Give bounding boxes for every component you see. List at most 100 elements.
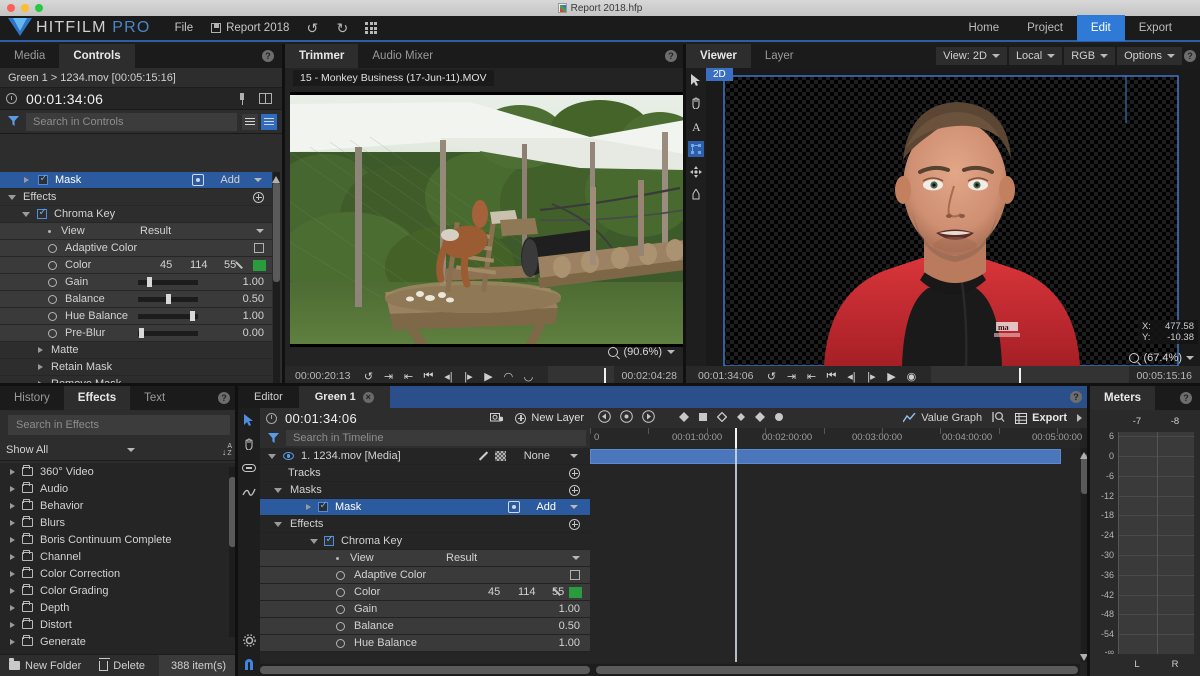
expand-triangle-icon[interactable] — [306, 504, 311, 510]
add-effect-icon[interactable] — [253, 192, 264, 203]
property-row-gain[interactable]: Gain 1.00 — [0, 274, 272, 291]
hue-balance-slider[interactable] — [138, 314, 198, 319]
nav-tab-home[interactable]: Home — [954, 17, 1013, 39]
chevron-down-icon[interactable] — [570, 505, 578, 509]
keyframe-circle-icon[interactable] — [48, 261, 57, 270]
keyframe-circle-icon[interactable] — [48, 329, 57, 338]
color-swatch[interactable] — [569, 587, 582, 598]
keyframe-circle-icon[interactable] — [48, 295, 57, 304]
divider-controls-trimmer[interactable] — [282, 44, 285, 386]
mask-mode-icon[interactable] — [192, 174, 204, 186]
expand-triangle-icon[interactable] — [10, 469, 15, 475]
color-r-value[interactable]: 45 — [488, 586, 500, 598]
chroma-key-enable-checkbox[interactable] — [37, 209, 47, 219]
effects-filter-value[interactable]: Show All — [6, 444, 48, 456]
timeline-search-input[interactable]: Search in Timeline — [286, 430, 586, 446]
divider-top-bottom[interactable] — [0, 383, 1200, 386]
collapse-triangle-icon[interactable] — [274, 522, 282, 527]
tab-meters[interactable]: Meters — [1090, 386, 1155, 410]
divider-trimmer-viewer[interactable] — [683, 44, 686, 386]
collapse-triangle-icon[interactable] — [268, 454, 276, 459]
next-keyframe-icon[interactable] — [642, 410, 655, 426]
collapse-triangle-icon[interactable] — [8, 195, 16, 200]
chroma-key-enable-checkbox[interactable] — [324, 536, 334, 546]
undo-icon[interactable]: ↺ — [305, 20, 319, 37]
magnet-icon[interactable] — [241, 656, 257, 672]
set-in-icon[interactable]: ⇥ — [781, 370, 801, 383]
mask-mode-value[interactable]: Add — [220, 174, 240, 186]
expand-triangle-icon[interactable] — [10, 639, 15, 645]
set-out-icon[interactable]: ⇤ — [801, 370, 821, 383]
timeline-row-mask[interactable]: Mask Add — [260, 499, 590, 516]
mask-pen-icon[interactable] — [688, 187, 704, 203]
delete-button[interactable]: Delete — [90, 655, 154, 676]
chevron-down-icon[interactable] — [667, 350, 675, 354]
add-mask-icon[interactable] — [569, 485, 580, 496]
keyframe-dot-icon[interactable] — [336, 557, 339, 560]
expand-triangle-icon[interactable] — [10, 554, 15, 560]
new-layer-button[interactable]: New Layer — [515, 412, 584, 424]
property-row-mask[interactable]: Mask Add — [0, 172, 272, 189]
chevron-down-icon[interactable] — [254, 178, 262, 182]
record-icon[interactable]: ◉ — [901, 370, 921, 383]
diamond-small-icon[interactable] — [736, 412, 746, 425]
timeline-row-masks[interactable]: Masks — [260, 482, 590, 499]
scroll-up-arrow-icon[interactable] — [272, 174, 280, 182]
prev-keyframe-icon[interactable] — [598, 410, 611, 426]
nav-tab-project[interactable]: Project — [1013, 17, 1077, 39]
property-row-color[interactable]: Color 45 114 55 — [0, 257, 272, 274]
new-folder-button[interactable]: New Folder — [0, 655, 90, 676]
list-item[interactable]: 360° Video — [0, 463, 238, 480]
property-row-hue-balance[interactable]: Hue Balance 1.00 — [0, 308, 272, 325]
viewer-current-time[interactable]: 00:01:34:06 — [686, 370, 753, 382]
diamond-icon[interactable] — [679, 412, 689, 425]
trimmer-zoom-control[interactable]: (90.6%) — [608, 346, 675, 358]
select-arrow-icon[interactable] — [241, 412, 257, 428]
filter-funnel-icon[interactable] — [0, 116, 26, 127]
circle-icon[interactable] — [774, 412, 784, 425]
viewer-options-dropdown[interactable]: Options — [1117, 47, 1182, 65]
split-view-icon[interactable] — [259, 93, 272, 104]
help-icon[interactable]: ? — [665, 50, 677, 62]
property-row-pre-blur[interactable]: Pre-Blur 0.00 — [0, 325, 272, 342]
list-item[interactable]: Channel — [0, 548, 238, 565]
list-item[interactable]: Boris Continuum Complete — [0, 531, 238, 548]
timeline-row-view[interactable]: View Result — [260, 550, 590, 567]
expand-triangle-icon[interactable] — [10, 537, 15, 543]
view-mode-dropdown[interactable]: View: 2D — [936, 47, 1007, 65]
snapshot-icon[interactable] — [490, 411, 503, 425]
step-back-icon[interactable]: ◂| — [841, 370, 861, 383]
property-row-view[interactable]: View Result — [0, 223, 272, 240]
pre-blur-value[interactable]: 0.00 — [243, 327, 264, 339]
expand-triangle-icon[interactable] — [38, 364, 43, 370]
tab-audio-mixer[interactable]: Audio Mixer — [358, 44, 447, 68]
insert-icon[interactable]: ◡ — [518, 370, 538, 383]
mask-enable-checkbox[interactable] — [318, 502, 328, 512]
timeline-row-hue-balance[interactable]: Hue Balance 1.00 — [260, 635, 590, 652]
pin-icon[interactable] — [237, 93, 247, 105]
value-graph-button[interactable]: Value Graph — [903, 412, 982, 424]
workspace-grid-icon[interactable] — [365, 22, 377, 34]
play-icon[interactable]: ▶ — [881, 370, 901, 383]
tab-effects[interactable]: Effects — [64, 386, 130, 410]
viewer-zoom-control[interactable]: (67.4%) — [1129, 352, 1194, 364]
diamond-alt-icon[interactable] — [755, 412, 765, 425]
nav-tab-edit[interactable]: Edit — [1077, 15, 1125, 41]
timeline-ruler[interactable]: 0 00:01:00:00 00:02:00:00 00:03:00:00 00… — [590, 428, 1080, 448]
help-icon[interactable]: ? — [1184, 50, 1196, 62]
keyframe-circle-icon[interactable] — [48, 244, 57, 253]
keyframe-circle-icon[interactable] — [336, 622, 345, 631]
gain-value[interactable]: 1.00 — [243, 276, 264, 288]
list-item[interactable]: Color Grading — [0, 582, 238, 599]
loop-icon[interactable]: ↺ — [761, 370, 781, 383]
trimmer-video-preview[interactable] — [290, 92, 685, 347]
timeline-row-adaptive-color[interactable]: Adaptive Color — [260, 567, 590, 584]
collapse-triangle-icon[interactable] — [310, 539, 318, 544]
timeline-row-color[interactable]: Color 45 114 55 — [260, 584, 590, 601]
step-back-icon[interactable]: ◂| — [438, 370, 458, 383]
tracks-playhead[interactable] — [735, 448, 737, 662]
tab-trimmer[interactable]: Trimmer — [285, 44, 358, 68]
hand-icon[interactable] — [241, 436, 257, 452]
color-swatch[interactable] — [253, 260, 266, 271]
eyedropper-icon[interactable] — [235, 260, 246, 271]
